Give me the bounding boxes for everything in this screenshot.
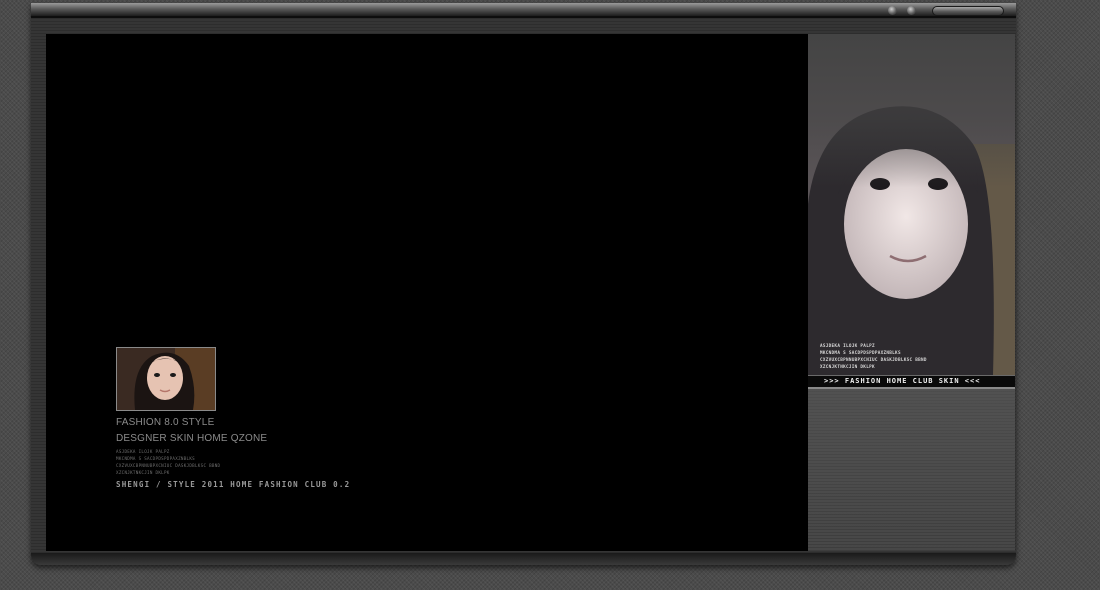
- portrait-photo-thumb: [117, 348, 215, 410]
- fashion-club-banner: >>> FASHION HOME CLUB SKIN <<<: [808, 375, 1015, 389]
- micro-text-line: ASJDEKA ILOJK PALPZ: [820, 344, 875, 349]
- micro-text-line: XZCNJKTNKCJIN DKLPK: [820, 365, 875, 370]
- portrait-photo-large: [808, 34, 1015, 375]
- main-content-stage: FASHION 8.0 STYLE DESGNER SKIN HOME QZON…: [46, 34, 808, 551]
- micro-text-line: MKCNDMA S SACDPDSPDPAXZNBLKS: [116, 456, 195, 461]
- micro-text-line: MKCNDMA S SACDPDSPDPAXZNBLKS: [820, 351, 901, 356]
- window-title-bar: [31, 3, 1016, 18]
- skin-title: FASHION 8.0 STYLE: [116, 417, 215, 428]
- micro-text-line: ASJDEKA ILOJK PALPZ: [116, 449, 170, 454]
- close-button[interactable]: [907, 6, 916, 15]
- sidebar-portrait-panel: ASJDEKA ILOJK PALPZ MKCNDMA S SACDPDSPDP…: [808, 34, 1015, 551]
- skin-tagline: SHENGI / STYLE 2011 HOME FASHION CLUB 0.…: [116, 480, 351, 489]
- profile-thumbnail[interactable]: [116, 347, 216, 411]
- micro-text-line: XZCNJKTNKCJIN DKLPK: [116, 470, 170, 475]
- micro-text-line: CXZVUXCBPNNUBPXCNIUC DASKJDBLKSC BBND: [820, 358, 927, 363]
- frame-bottom-rim: [31, 553, 1016, 565]
- portrait-reflection: [808, 389, 1015, 551]
- micro-text-line: CXZVUXCBPNNUBPXCNIUC DASKJDBLKSC BBND: [116, 463, 221, 468]
- skin-subtitle: DESGNER SKIN HOME QZONE: [116, 433, 268, 444]
- minimize-button[interactable]: [888, 6, 897, 15]
- volume-slider[interactable]: [932, 6, 1004, 16]
